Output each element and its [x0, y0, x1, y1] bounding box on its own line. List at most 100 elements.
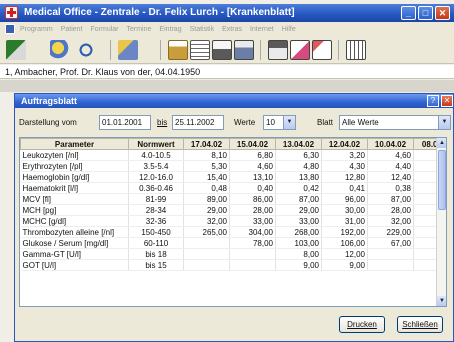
menu-item-eintrag[interactable]: Eintrag: [159, 26, 181, 33]
scroll-thumb[interactable]: [438, 150, 446, 210]
from-date-value: 01.01.2001: [102, 118, 143, 127]
value-cell: 4,40: [367, 160, 414, 172]
parameter-cell: MCH [pg]: [20, 204, 129, 216]
menu-item-programm[interactable]: Programm: [20, 26, 53, 33]
to-date-field[interactable]: 25.11.2002: [172, 115, 224, 130]
table-row[interactable]: Gamma-GT [U/l]bis 188,0012,0016: [20, 248, 446, 260]
table-row[interactable]: MCH [pg]28-3429,0028,0029,0030,0028,0030: [20, 204, 446, 216]
vertical-scrollbar[interactable]: ▲ ▼: [436, 138, 446, 306]
column-header[interactable]: 12.04.02: [321, 138, 368, 150]
parameter-cell: GOT [U/l]: [20, 259, 129, 271]
patient-line: 1, Ambacher, Prof. Dr. Klaus von der, 04…: [0, 65, 454, 79]
normwert-cell: 12.0-16.0: [128, 171, 184, 183]
column-header[interactable]: Parameter: [20, 138, 129, 150]
blatt-select[interactable]: Alle Werte ▼: [339, 115, 451, 130]
parameter-cell: Haematokrit [l/l]: [20, 182, 129, 194]
table-row[interactable]: MCHC [g/dl] 32-36 32,00 33,00 33,00 31,00 32,0…: [20, 215, 446, 227]
column-header[interactable]: 13.04.02: [275, 138, 322, 150]
folder-icon[interactable]: [168, 40, 188, 60]
value-cell: 106,00: [321, 237, 368, 249]
column-header[interactable]: 15.04.02: [229, 138, 276, 150]
value-cell: [183, 259, 230, 271]
column-header[interactable]: 10.04.02: [367, 138, 414, 150]
parameter-cell: Haemoglobin [g/dl]: [20, 171, 129, 183]
value-cell: [367, 259, 414, 271]
scroll-up-icon[interactable]: ▲: [437, 138, 446, 148]
value-cell: 304,00: [229, 226, 276, 238]
menu-item-extras[interactable]: Extras: [222, 26, 242, 33]
calc-icon[interactable]: [312, 40, 332, 60]
patient-info: 1, Ambacher, Prof. Dr. Klaus von der, 04…: [5, 67, 201, 77]
lab-values-grid[interactable]: Parameter Normwert 17.04.02 15.04.02 13.…: [19, 137, 447, 307]
pen-icon[interactable]: [50, 40, 70, 60]
search-icon[interactable]: [118, 40, 138, 60]
value-cell: 4,80: [275, 160, 322, 172]
value-cell: 6,80: [229, 149, 276, 161]
toolbar: [0, 36, 454, 64]
patient-open-icon[interactable]: [6, 40, 26, 60]
value-cell: 87,00: [367, 193, 414, 205]
blatt-value: Alle Werte: [342, 118, 379, 127]
table-row[interactable]: Erythrozyten [/pl] 3.5-5.4 5,30 4,60 4,80 4,3…: [20, 160, 446, 172]
normwert-cell: 0.36-0.46: [128, 182, 184, 194]
value-cell: 29,00: [275, 204, 322, 216]
value-cell: 28,00: [229, 204, 276, 216]
table-row[interactable]: GOT [U/l]bis 159,009,0010: [20, 259, 446, 271]
parameter-cell: Thrombozyten alleine [/nl]: [20, 226, 129, 238]
table-icon[interactable]: [346, 40, 366, 60]
undo-icon[interactable]: [76, 40, 96, 60]
chevron-down-icon[interactable]: ▼: [438, 116, 450, 129]
notebook-icon[interactable]: [190, 40, 210, 60]
table-row[interactable]: MCV [fl]81-9989,0086,0087,0096,0087,0088: [20, 193, 446, 205]
value-cell: 4,30: [321, 160, 368, 172]
value-cell: 87,00: [275, 193, 322, 205]
table-row[interactable]: Haemoglobin [g/dl] 12.0-16.0 15,40 13,10 13,…: [20, 171, 446, 183]
to-label-text: bis: [157, 118, 168, 127]
value-cell: [183, 237, 230, 249]
table-row[interactable]: Haematokrit [l/l] 0.36-0.46 0,48 0,40 0,42 0,…: [20, 182, 446, 194]
menu-item-internet[interactable]: Internet: [250, 26, 274, 33]
schliessen-button[interactable]: Schließen: [397, 316, 443, 333]
main-window: Medical Office - Zentrale - Dr. Felix Lu…: [0, 0, 454, 342]
menu-item-formular[interactable]: Formular: [90, 26, 118, 33]
dialog-close-button[interactable]: ✕: [441, 95, 453, 107]
value-cell: [367, 248, 414, 260]
value-cell: 5,30: [183, 160, 230, 172]
toolbar-separator: [338, 40, 339, 60]
column-header[interactable]: Normwert: [128, 138, 184, 150]
schliessen-label: Schließen: [402, 320, 438, 329]
title-bar: Medical Office - Zentrale - Dr. Felix Lu…: [0, 4, 454, 22]
menu-item-termine[interactable]: Termine: [127, 26, 152, 33]
value-cell: 12,00: [321, 248, 368, 260]
werte-select[interactable]: 10 ▼: [263, 115, 296, 130]
menu-item-statistik[interactable]: Statistik: [190, 26, 215, 33]
table-row[interactable]: Thrombozyten alleine [/nl] 150-450 265,00 3…: [20, 226, 446, 238]
value-cell: 13,10: [229, 171, 276, 183]
table-row[interactable]: Glukose / Serum [mg/dl] 60-110 78,00 103,00…: [20, 237, 446, 249]
printer-icon[interactable]: [212, 40, 232, 60]
maximize-button[interactable]: □: [418, 6, 433, 20]
table-row[interactable]: Leukozyten [/nl] 4.0-10.5 8,10 6,80 6,30 3,20…: [20, 149, 446, 161]
drucken-button[interactable]: Drucken: [339, 316, 385, 333]
menu-item-hilfe[interactable]: Hilfe: [282, 26, 296, 33]
auftragsblatt-dialog: Auftragsblatt ? ✕ Darstellung vom 01.01.…: [14, 93, 454, 342]
menu-item-patient[interactable]: Patient: [61, 26, 83, 33]
fax-icon[interactable]: [234, 40, 254, 60]
letter-icon[interactable]: [290, 40, 310, 60]
value-cell: 229,00: [367, 226, 414, 238]
help-button[interactable]: ?: [427, 95, 439, 107]
value-cell: 103,00: [275, 237, 322, 249]
minimize-button[interactable]: _: [401, 6, 416, 20]
value-cell: 8,00: [275, 248, 322, 260]
close-button[interactable]: ✕: [435, 6, 450, 20]
to-label: bis: [157, 118, 167, 127]
column-header[interactable]: 17.04.02: [183, 138, 230, 150]
from-date-field[interactable]: 01.01.2001: [99, 115, 151, 130]
document-icon[interactable]: [5, 24, 15, 34]
werte-label: Werte: [234, 118, 256, 127]
chevron-down-icon[interactable]: ▼: [283, 116, 295, 129]
value-cell: 31,00: [321, 215, 368, 227]
scroll-down-icon[interactable]: ▼: [437, 296, 446, 306]
edit-icon[interactable]: [268, 40, 288, 60]
parameter-cell: Leukozyten [/nl]: [20, 149, 129, 161]
